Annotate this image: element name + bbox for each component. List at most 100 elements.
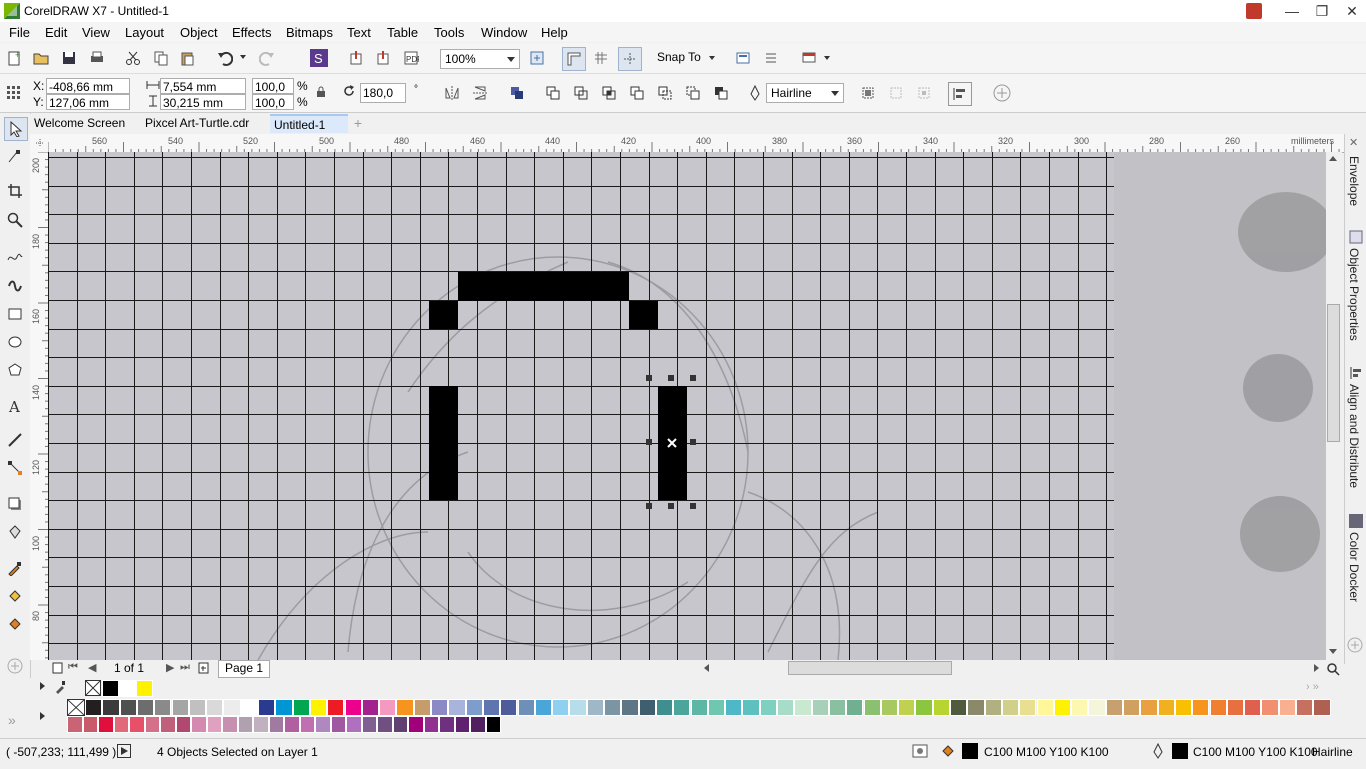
ungroup-icon[interactable]	[885, 82, 907, 104]
tab-untitled-1[interactable]: Untitled-1	[270, 114, 348, 133]
palette-swatch[interactable]	[1088, 699, 1106, 716]
redo-icon[interactable]	[256, 47, 278, 69]
snap-to-label[interactable]: Snap To	[657, 50, 701, 64]
color-eyedropper-tool-icon[interactable]	[4, 557, 26, 579]
document-palette-eyedropper-icon[interactable]	[54, 680, 66, 694]
interactive-fill-tool-icon[interactable]	[4, 585, 26, 607]
drawing-canvas[interactable]	[48, 152, 1326, 660]
add-tool-icon[interactable]	[4, 655, 26, 677]
palette-no-fill-swatch[interactable]	[67, 699, 85, 716]
object-origin-icon[interactable]	[3, 82, 25, 104]
palette-swatch[interactable]	[275, 699, 293, 716]
palette-swatch[interactable]	[673, 699, 691, 716]
rectangle-tool-icon[interactable]	[4, 303, 26, 325]
scale-height-field[interactable]: 100,0	[252, 94, 294, 110]
menu-table[interactable]: Table	[387, 25, 418, 40]
palette-swatch[interactable]	[423, 716, 439, 733]
palette-swatch[interactable]	[1261, 699, 1279, 716]
palette-swatch[interactable]	[517, 699, 535, 716]
palette-swatch[interactable]	[828, 699, 847, 716]
first-page-icon[interactable]: ⏮	[68, 661, 78, 674]
palette-swatch[interactable]	[638, 699, 656, 716]
smart-fill-tool-icon[interactable]	[4, 613, 26, 635]
fill-color-swatch[interactable]	[962, 743, 978, 759]
object-width-field[interactable]: 7,554 mm	[160, 78, 246, 94]
palette-swatch[interactable]	[1053, 699, 1072, 716]
document-palette-swatch[interactable]	[102, 680, 119, 697]
palette-swatch[interactable]	[431, 699, 449, 716]
polygon-tool-icon[interactable]	[4, 359, 26, 381]
text-tool-icon[interactable]: A	[4, 395, 26, 417]
zoom-fit-icon[interactable]	[526, 47, 548, 69]
palette-swatch[interactable]	[1071, 699, 1089, 716]
palette-swatch[interactable]	[777, 699, 795, 716]
create-boundary-icon[interactable]	[710, 82, 732, 104]
zoom-tool-icon[interactable]	[4, 209, 26, 231]
combine-icon[interactable]	[506, 82, 528, 104]
palette-swatch[interactable]	[1226, 699, 1245, 716]
horizontal-ruler[interactable]: 560 540 520 500 480 460 440 420 400 380 …	[48, 134, 1344, 153]
page-tab-page-1[interactable]: Page 1	[218, 660, 271, 678]
open-icon[interactable]	[30, 47, 52, 69]
menu-help[interactable]: Help	[541, 25, 568, 40]
palette-swatch[interactable]	[725, 699, 743, 716]
export-icon[interactable]	[372, 47, 394, 69]
parallel-dimension-tool-icon[interactable]	[4, 429, 26, 451]
palette-swatch[interactable]	[846, 699, 864, 716]
palette-swatch[interactable]	[1192, 699, 1210, 716]
palette-swatch[interactable]	[144, 716, 160, 733]
horizontal-scrollbar[interactable]	[700, 660, 1326, 677]
docker-tab-color-docker[interactable]: Color Docker	[1347, 532, 1361, 602]
menu-edit[interactable]: Edit	[45, 25, 67, 40]
palette-swatch[interactable]	[392, 716, 408, 733]
freehand-tool-icon[interactable]	[4, 245, 26, 267]
palette-swatch[interactable]	[1157, 699, 1175, 716]
tab-pixcel-art-turtle[interactable]: Pixcel Art-Turtle.cdr	[141, 114, 271, 133]
palette-swatch[interactable]	[470, 716, 486, 733]
palette-swatch[interactable]	[82, 716, 98, 733]
close-button[interactable]: ✕	[1336, 0, 1366, 22]
scroll-down-icon[interactable]	[1329, 649, 1337, 654]
menu-window[interactable]: Window	[481, 25, 527, 40]
lock-ratio-icon[interactable]	[316, 86, 326, 98]
x-position-field[interactable]: -408,66 mm	[46, 78, 130, 94]
palette-swatch[interactable]	[742, 699, 760, 716]
account-icon[interactable]	[1246, 3, 1262, 19]
palette-swatch[interactable]	[330, 716, 346, 733]
palette-swatch[interactable]	[604, 699, 622, 716]
palette-swatch[interactable]	[222, 716, 238, 733]
palette-swatch[interactable]	[299, 716, 315, 733]
palette-swatch[interactable]	[915, 699, 933, 716]
paste-icon[interactable]	[176, 47, 198, 69]
outline-color-swatch[interactable]	[1172, 743, 1188, 759]
ruler-origin-icon[interactable]	[30, 134, 48, 152]
shape-tool-icon[interactable]	[4, 145, 26, 167]
palette-swatch[interactable]	[552, 699, 570, 716]
publish-pdf-icon[interactable]: PDF	[400, 47, 422, 69]
status-expand-icon[interactable]	[117, 744, 131, 758]
palette-scroll-arrows[interactable]: › »	[1306, 681, 1319, 693]
no-color-swatch[interactable]	[85, 680, 101, 696]
palette-swatch[interactable]	[315, 716, 331, 733]
horizontal-scroll-thumb[interactable]	[788, 661, 952, 675]
scroll-up-icon[interactable]	[1329, 156, 1337, 161]
welcome-screen-icon[interactable]	[798, 47, 820, 69]
palette-swatch[interactable]	[206, 699, 224, 716]
undo-icon[interactable]	[214, 47, 236, 69]
palette-swatch[interactable]	[240, 699, 258, 716]
palette-swatch[interactable]	[102, 699, 120, 716]
palette-swatch[interactable]	[621, 699, 639, 716]
options-icon[interactable]	[732, 47, 754, 69]
menu-view[interactable]: View	[82, 25, 110, 40]
artistic-media-tool-icon[interactable]	[4, 273, 26, 295]
docker-tab-envelope[interactable]: Envelope	[1347, 156, 1361, 206]
last-page-icon[interactable]: ⏭	[180, 661, 190, 674]
palette-swatch[interactable]	[707, 699, 726, 716]
palette-swatch[interactable]	[1278, 699, 1296, 716]
palette-swatch[interactable]	[113, 716, 129, 733]
save-icon[interactable]	[58, 47, 80, 69]
palette-swatch[interactable]	[1123, 699, 1141, 716]
palette-swatch[interactable]	[379, 699, 397, 716]
docker-add-icon[interactable]	[1347, 637, 1363, 653]
show-rulers-icon[interactable]	[562, 47, 586, 71]
